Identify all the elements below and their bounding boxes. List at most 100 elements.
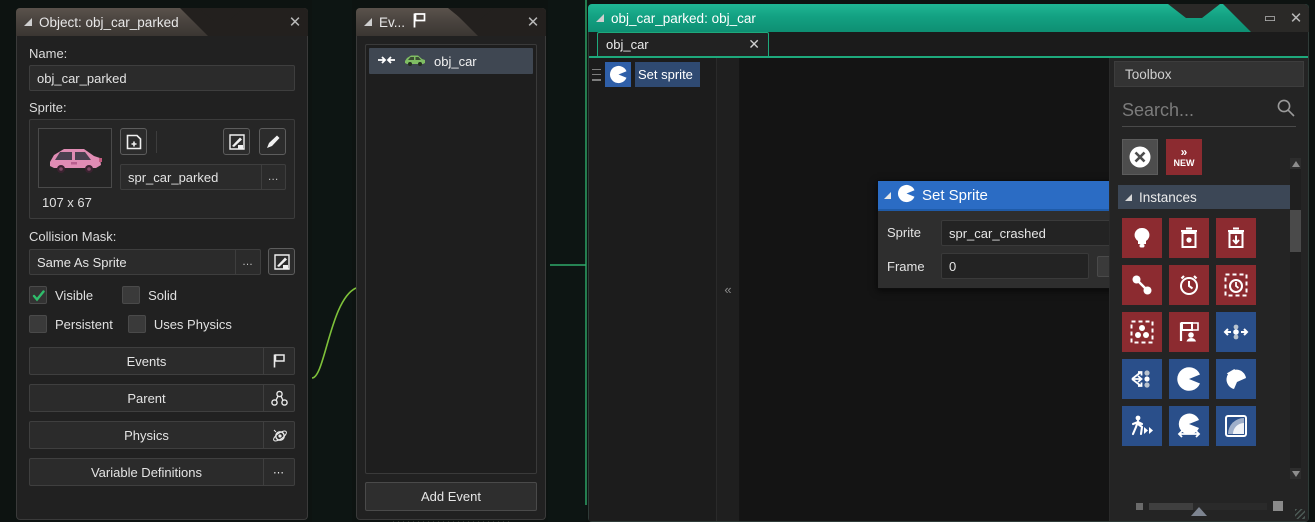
collapse-triangle-icon[interactable]	[884, 191, 891, 199]
object-window-buttons: ✕	[282, 8, 308, 36]
search-icon[interactable]	[1276, 98, 1296, 123]
physics-button-label: Physics	[29, 421, 264, 449]
scrollbar-thumb[interactable]	[1290, 210, 1301, 252]
instance-flag-icon[interactable]	[1169, 312, 1209, 352]
destroy-instance-at-icon[interactable]	[1216, 218, 1256, 258]
alarm-dashed-icon[interactable]	[1216, 265, 1256, 305]
parent-button[interactable]: Parent	[29, 384, 295, 412]
instance-change-icon[interactable]	[1122, 265, 1162, 305]
persistent-checkbox[interactable]	[29, 315, 47, 333]
collision-mask-label: Collision Mask:	[29, 229, 117, 244]
collapse-triangle-icon[interactable]	[364, 18, 372, 26]
set-sprite-icon	[605, 62, 631, 87]
object-name-input[interactable]: obj_car_parked	[29, 65, 295, 91]
drag-handle-icon[interactable]	[592, 68, 601, 81]
add-event-button[interactable]: Add Event	[365, 482, 537, 511]
destroy-instance-icon[interactable]	[1169, 218, 1209, 258]
clear-filter-icon[interactable]	[1122, 139, 1158, 175]
events-window-titlebar[interactable]: Ev... ✕	[356, 8, 546, 36]
tab-obj-car[interactable]: obj_car ✕	[597, 32, 769, 58]
move-free-icon[interactable]	[1122, 359, 1162, 399]
tree-item-label: Set sprite	[635, 62, 700, 87]
uses-physics-checkbox[interactable]	[127, 315, 146, 333]
toolbox-search[interactable]: Search...	[1122, 94, 1296, 127]
frame-field-input[interactable]: 0	[941, 253, 1089, 279]
tab-close-icon[interactable]: ✕	[748, 36, 760, 53]
sprite-scale-icon[interactable]	[1169, 406, 1209, 446]
solid-checkbox[interactable]	[122, 286, 141, 304]
parent-button-label: Parent	[29, 384, 264, 412]
collapse-triangle-icon	[1125, 193, 1132, 201]
set-alarm-icon[interactable]	[1169, 265, 1209, 305]
event-item-label: obj_car	[434, 53, 477, 69]
move-fixed-icon[interactable]	[1216, 312, 1256, 352]
new-label: NEW	[1173, 158, 1195, 168]
slider-right-stop[interactable]	[1272, 501, 1283, 511]
close-icon[interactable]: ✕	[520, 9, 546, 35]
main-window-buttons: ▭ ✕	[1257, 4, 1309, 32]
set-sprite-icon	[897, 184, 916, 207]
new-sprite-icon[interactable]	[120, 128, 147, 155]
events-window-title: Ev...	[379, 14, 406, 30]
collapse-triangle-icon[interactable]	[24, 18, 32, 26]
toolbox-bottom-slider	[1110, 491, 1308, 521]
slider-knob[interactable]	[1190, 506, 1207, 516]
sprite-name-input[interactable]: spr_car_parked	[120, 164, 263, 190]
sprite-rotate-icon[interactable]	[1216, 359, 1256, 399]
toolbox-scrollbar[interactable]	[1290, 158, 1301, 479]
edit-image-icon[interactable]	[223, 128, 250, 155]
close-icon[interactable]: ✕	[282, 9, 308, 35]
titlebar-notch-v	[198, 8, 244, 21]
window-resize-grip[interactable]	[1295, 509, 1305, 519]
collision-menu-button[interactable]: …	[236, 248, 261, 275]
action-card-title: Set Sprite	[922, 186, 988, 204]
toolbox-top-buttons: » NEW	[1122, 139, 1308, 175]
flag-icon	[411, 12, 428, 32]
maximize-icon[interactable]: ▭	[1257, 5, 1283, 31]
flag-icon	[264, 347, 295, 375]
gear-atom-icon	[264, 421, 295, 449]
sprite-speed-icon[interactable]	[1122, 406, 1162, 446]
events-button[interactable]: Events	[29, 347, 295, 375]
set-sprite-icon[interactable]	[1169, 359, 1209, 399]
persistent-label: Persistent	[55, 316, 113, 332]
new-action-icon[interactable]: » NEW	[1166, 139, 1202, 175]
object-window-titlebar[interactable]: Object: obj_car_parked ✕	[16, 8, 308, 36]
slider-fill	[1148, 502, 1193, 510]
sprite-menu-button[interactable]: …	[262, 164, 286, 190]
toolbox-section-instances[interactable]: Instances	[1118, 185, 1296, 209]
name-label: Name:	[29, 46, 68, 61]
sprite-alpha-icon[interactable]	[1216, 406, 1256, 446]
toolbox-title: Toolbox	[1114, 61, 1304, 87]
events-window-buttons: ✕	[520, 8, 546, 36]
object-window-title: Object: obj_car_parked	[39, 14, 179, 30]
slider-left-stop[interactable]	[1135, 502, 1143, 510]
close-icon[interactable]: ✕	[1283, 5, 1309, 31]
scroll-down-icon[interactable]	[1290, 468, 1301, 479]
collapse-triangle-icon[interactable]	[596, 14, 604, 22]
new-chevrons: »	[1180, 145, 1188, 159]
paint-brush-icon[interactable]	[259, 128, 286, 155]
sprite-section: spr_car_parked … 107 x 67	[29, 119, 295, 219]
list-item[interactable]: obj_car	[369, 48, 533, 74]
sprite-dimensions: 107 x 67	[42, 195, 92, 210]
visible-checkbox[interactable]	[29, 286, 47, 304]
collapse-left-handle[interactable]: «	[717, 58, 740, 521]
workspace-column	[312, 0, 330, 522]
action-tree: Set sprite	[589, 58, 717, 521]
action-canvas[interactable]: « »	[717, 58, 1308, 521]
instances-group-icon[interactable]	[1122, 312, 1162, 352]
edit-mask-icon[interactable]	[268, 248, 295, 275]
collision-mask-input[interactable]: Same As Sprite	[29, 248, 237, 275]
events-list[interactable]: obj_car	[365, 44, 537, 474]
sprite-preview[interactable]	[38, 128, 112, 188]
tabstrip: obj_car ✕	[589, 32, 1308, 58]
search-input[interactable]: Search...	[1122, 100, 1276, 121]
slider-track[interactable]	[1148, 502, 1267, 516]
main-window-titlebar[interactable]: obj_car_parked: obj_car ▭ ✕	[588, 4, 1309, 32]
scroll-up-icon[interactable]	[1290, 158, 1301, 169]
physics-button[interactable]: Physics	[29, 421, 295, 449]
create-instance-icon[interactable]	[1122, 218, 1162, 258]
tree-item-set-sprite[interactable]: Set sprite	[589, 62, 716, 87]
variable-definitions-button[interactable]: Variable Definitions ⋯	[29, 458, 295, 486]
